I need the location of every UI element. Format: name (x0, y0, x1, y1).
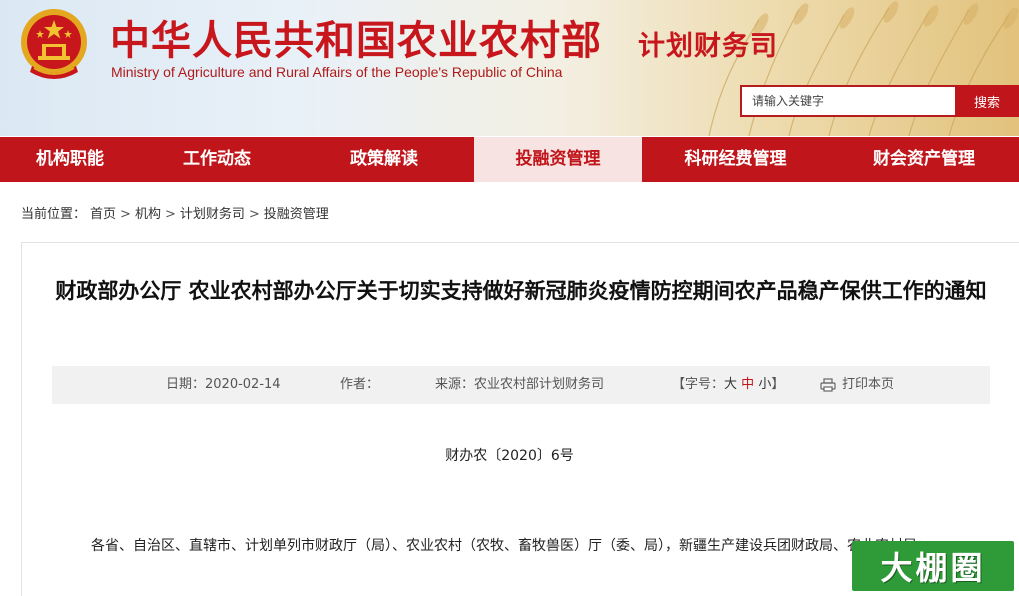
print-label: 打印本页 (842, 377, 895, 392)
article-title: 财政部办公厅 农业农村部办公厅关于切实支持做好新冠肺炎疫情防控期间农产品稳产保供… (55, 279, 987, 303)
article-meta-bar: 日期：2020-02-14 作者： 来源：农业农村部计划财务司 【字号：大 中 … (52, 366, 990, 404)
document-number: 财办农〔2020〕6号 (445, 448, 574, 464)
font-size-large-button[interactable]: 大 (724, 377, 737, 392)
breadcrumb: 当前位置： 首页 > 机构 > 计划财务司 > 投融资管理 (21, 203, 333, 222)
nav-item-research-funding[interactable]: 科研经费管理 (642, 137, 829, 182)
main-nav: 机构职能 工作动态 政策解读 投融资管理 科研经费管理 财会资产管理 (0, 137, 1019, 182)
site-title-english[interactable]: Ministry of Agriculture and Rural Affair… (111, 64, 562, 80)
font-size-control: 【字号：大 中 小】 (672, 366, 784, 404)
watermark-logo: 大棚圈 (852, 541, 1014, 591)
font-size-prefix: 【字号： (672, 377, 725, 392)
page: 中华人民共和国农业农村部 Ministry of Agriculture and… (0, 0, 1019, 596)
article-paragraph: 各省、自治区、直辖市、计划单列市财政厅（局）、农业农村（农牧、畜牧兽医）厅（委、… (91, 538, 931, 554)
breadcrumb-org[interactable]: 机构 (135, 207, 161, 222)
nav-item-accounting-assets[interactable]: 财会资产管理 (829, 137, 1019, 182)
nav-item-investment-management[interactable]: 投融资管理 (474, 137, 642, 182)
printer-icon (820, 377, 836, 392)
breadcrumb-separator: > (248, 207, 260, 222)
watermark-text: 大棚圈 (880, 549, 986, 587)
article-source: 来源：农业农村部计划财务司 (435, 377, 605, 392)
search-button[interactable]: 搜索 (955, 85, 1019, 117)
nav-item-org-functions[interactable]: 机构职能 (0, 137, 140, 182)
national-emblem-icon (21, 9, 87, 79)
header-banner: 中华人民共和国农业农村部 Ministry of Agriculture and… (0, 0, 1019, 136)
search-input[interactable] (740, 85, 955, 117)
breadcrumb-home[interactable]: 首页 (90, 207, 116, 222)
breadcrumb-prefix: 当前位置： (21, 207, 87, 222)
article-author: 作者： (340, 377, 380, 392)
article-date: 日期：2020-02-14 (166, 377, 281, 392)
print-button[interactable]: 打印本页 (820, 366, 894, 404)
font-size-small-button[interactable]: 小 (758, 377, 771, 392)
breadcrumb-separator: > (164, 207, 176, 222)
breadcrumb-current[interactable]: 投融资管理 (264, 207, 329, 222)
nav-item-policy-interpretation[interactable]: 政策解读 (294, 137, 474, 182)
site-title[interactable]: 中华人民共和国农业农村部 (110, 8, 602, 66)
breadcrumb-separator: > (120, 207, 131, 222)
font-size-suffix: 】 (771, 377, 785, 392)
nav-item-work-news[interactable]: 工作动态 (140, 137, 294, 182)
breadcrumb-department[interactable]: 计划财务司 (180, 207, 245, 222)
font-size-medium-button[interactable]: 中 (741, 377, 754, 392)
search-form: 搜索 (740, 85, 1019, 117)
department-name[interactable]: 计划财务司 (638, 24, 778, 63)
